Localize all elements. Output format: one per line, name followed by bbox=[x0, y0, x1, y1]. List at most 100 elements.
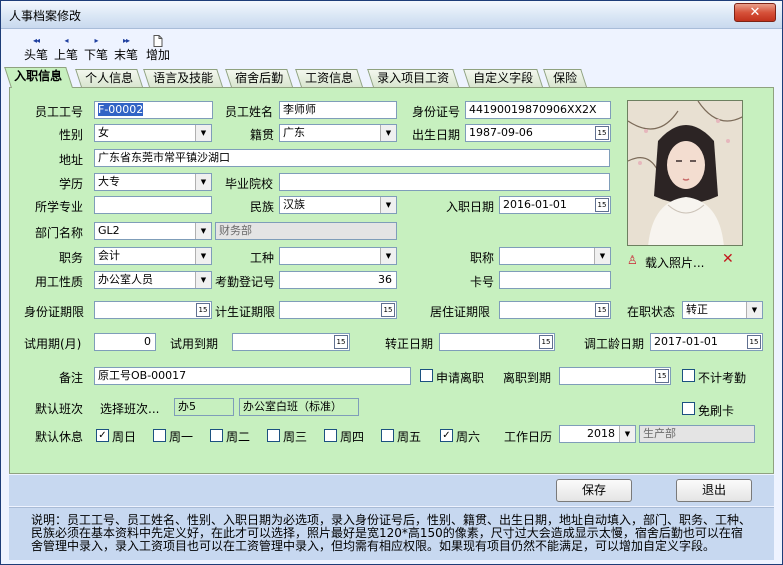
address-input[interactable]: 广东省东莞市常平镇沙湖口 bbox=[94, 149, 610, 167]
status-label: 在职状态 bbox=[627, 305, 676, 319]
close-button[interactable]: ✕ bbox=[734, 3, 776, 22]
tab-custom-fields[interactable]: 自定义字段 bbox=[463, 69, 544, 87]
id-no-input[interactable]: 44190019870906XX2X bbox=[465, 101, 611, 119]
day-tuesday-label: 周二 bbox=[226, 430, 251, 444]
dropdown-arrow-icon[interactable]: ▼ bbox=[195, 248, 211, 264]
day-monday-checkbox[interactable] bbox=[153, 429, 166, 442]
tab-dormitory[interactable]: 宿舍后勤 bbox=[225, 69, 294, 87]
native-label: 籍贯 bbox=[250, 128, 275, 142]
education-select[interactable]: 大专 ▼ bbox=[94, 173, 212, 191]
dropdown-arrow-icon[interactable]: ▼ bbox=[380, 197, 396, 213]
no-swipe-label: 免刷卡 bbox=[698, 404, 735, 418]
dropdown-arrow-icon[interactable]: ▼ bbox=[195, 272, 211, 288]
dept-name-readonly: 财务部 bbox=[215, 222, 397, 240]
family-plan-input[interactable]: 15 bbox=[279, 301, 397, 319]
load-photo-button[interactable]: 载入照片... bbox=[645, 254, 704, 271]
probation-end-label: 试用到期 bbox=[170, 337, 219, 351]
instructions-note: 说明：员工工号、员工姓名、性别、入职日期为必选项，录入身份证号后，性别、籍贯、出… bbox=[9, 507, 774, 560]
work-type-select[interactable]: ▼ bbox=[279, 247, 397, 265]
seniority-date-input[interactable]: 2017-01-01 15 bbox=[650, 333, 763, 351]
emp-name-input[interactable]: 李师师 bbox=[279, 101, 397, 119]
day-friday-checkbox[interactable] bbox=[381, 429, 394, 442]
default-rest-label: 默认休息 bbox=[35, 430, 84, 444]
dropdown-arrow-icon[interactable]: ▼ bbox=[380, 125, 396, 141]
first-record-button[interactable]: ◂◂ 头笔 bbox=[21, 35, 51, 63]
day-thursday-checkbox[interactable] bbox=[324, 429, 337, 442]
next-record-button[interactable]: ▸ 下笔 bbox=[81, 35, 111, 63]
no-swipe-checkbox[interactable] bbox=[682, 402, 695, 415]
tab-insurance[interactable]: 保险 bbox=[543, 69, 588, 87]
dropdown-arrow-icon[interactable]: ▼ bbox=[195, 223, 211, 239]
calendar-icon[interactable]: 15 bbox=[655, 369, 669, 383]
dropdown-arrow-icon[interactable]: ▼ bbox=[594, 248, 610, 264]
dept-select[interactable]: GL2 ▼ bbox=[94, 222, 212, 240]
day-sunday-checkbox[interactable]: ✓ bbox=[96, 429, 109, 442]
user-icon: ♙ bbox=[627, 253, 638, 267]
dropdown-arrow-icon[interactable]: ▼ bbox=[619, 426, 635, 442]
apply-leave-checkbox[interactable] bbox=[420, 369, 433, 382]
tab-personal-info[interactable]: 个人信息 bbox=[75, 69, 144, 87]
dropdown-arrow-icon[interactable]: ▼ bbox=[195, 174, 211, 190]
tab-language-skills[interactable]: 语言及技能 bbox=[143, 69, 224, 87]
native-select[interactable]: 广东 ▼ bbox=[279, 124, 397, 142]
school-input[interactable] bbox=[279, 173, 610, 191]
calendar-icon[interactable]: 15 bbox=[595, 198, 609, 212]
prev-record-button[interactable]: ◂ 上笔 bbox=[51, 35, 81, 63]
add-record-button[interactable]: 增加 bbox=[143, 35, 173, 63]
position-select[interactable]: 会计 ▼ bbox=[94, 247, 212, 265]
dropdown-arrow-icon[interactable]: ▼ bbox=[195, 125, 211, 141]
ethnic-select[interactable]: 汉族 ▼ bbox=[279, 196, 397, 214]
emp-nature-select[interactable]: 办公室人员 ▼ bbox=[94, 271, 212, 289]
probation-months-input[interactable]: 0 bbox=[94, 333, 156, 351]
tab-hire-info[interactable]: 入职信息 bbox=[4, 67, 74, 88]
hire-date-input[interactable]: 2016-01-01 15 bbox=[499, 196, 611, 214]
probation-end-input[interactable]: 15 bbox=[232, 333, 350, 351]
birth-date-label: 出生日期 bbox=[412, 128, 461, 142]
status-select[interactable]: 转正 ▼ bbox=[682, 301, 763, 319]
day-wednesday-checkbox[interactable] bbox=[267, 429, 280, 442]
day-saturday-checkbox[interactable]: ✓ bbox=[440, 429, 453, 442]
major-input[interactable] bbox=[94, 196, 212, 214]
no-attend-checkbox[interactable] bbox=[682, 369, 695, 382]
emp-name-label: 员工姓名 bbox=[225, 105, 274, 119]
id-expiry-input[interactable]: 15 bbox=[94, 301, 212, 319]
document-icon bbox=[143, 35, 173, 47]
calendar-icon[interactable]: 15 bbox=[747, 335, 761, 349]
calendar-icon[interactable]: 15 bbox=[334, 335, 348, 349]
calendar-icon[interactable]: 15 bbox=[595, 126, 609, 140]
day-wednesday-label: 周三 bbox=[283, 430, 308, 444]
emp-nature-label: 用工性质 bbox=[35, 275, 84, 289]
remark-input[interactable]: 原工号OB-00017 bbox=[94, 367, 411, 385]
day-thursday-label: 周四 bbox=[340, 430, 365, 444]
last-record-button[interactable]: ▸▸ 末笔 bbox=[111, 35, 141, 63]
card-no-input[interactable] bbox=[499, 271, 611, 289]
exit-button[interactable]: 退出 bbox=[676, 479, 752, 502]
year-spinner[interactable]: 2018 ▼ bbox=[559, 425, 636, 443]
calendar-icon[interactable]: 15 bbox=[381, 303, 395, 317]
tab-salary-info[interactable]: 工资信息 bbox=[295, 69, 364, 87]
residence-input[interactable]: 15 bbox=[499, 301, 611, 319]
gender-select[interactable]: 女 ▼ bbox=[94, 124, 212, 142]
calendar-icon[interactable]: 15 bbox=[595, 303, 609, 317]
attend-no-input[interactable]: 36 bbox=[279, 271, 397, 289]
calendar-icon[interactable]: 15 bbox=[196, 303, 210, 317]
dropdown-arrow-icon[interactable]: ▼ bbox=[380, 248, 396, 264]
leave-due-input[interactable]: 15 bbox=[559, 367, 671, 385]
default-shift-label: 默认班次 bbox=[35, 402, 84, 416]
gender-label: 性别 bbox=[59, 128, 84, 142]
birth-date-input[interactable]: 1987-09-06 15 bbox=[465, 124, 611, 142]
save-button[interactable]: 保存 bbox=[556, 479, 632, 502]
calendar-icon[interactable]: 15 bbox=[539, 335, 553, 349]
family-plan-label: 计生证期限 bbox=[215, 305, 276, 319]
delete-photo-icon[interactable]: ✕ bbox=[722, 251, 734, 267]
title-select[interactable]: ▼ bbox=[499, 247, 611, 265]
emp-no-input[interactable]: F-00002 bbox=[94, 101, 213, 119]
select-shift-button[interactable]: 选择班次... bbox=[100, 400, 159, 417]
next-arrow-icon: ▸ bbox=[94, 36, 98, 45]
tab-salary-items[interactable]: 录入项目工资 bbox=[367, 69, 460, 87]
confirm-date-input[interactable]: 15 bbox=[439, 333, 555, 351]
dropdown-arrow-icon[interactable]: ▼ bbox=[746, 302, 762, 318]
day-tuesday-checkbox[interactable] bbox=[210, 429, 223, 442]
school-label: 毕业院校 bbox=[225, 177, 274, 191]
calendar-label: 工作日历 bbox=[504, 430, 553, 444]
